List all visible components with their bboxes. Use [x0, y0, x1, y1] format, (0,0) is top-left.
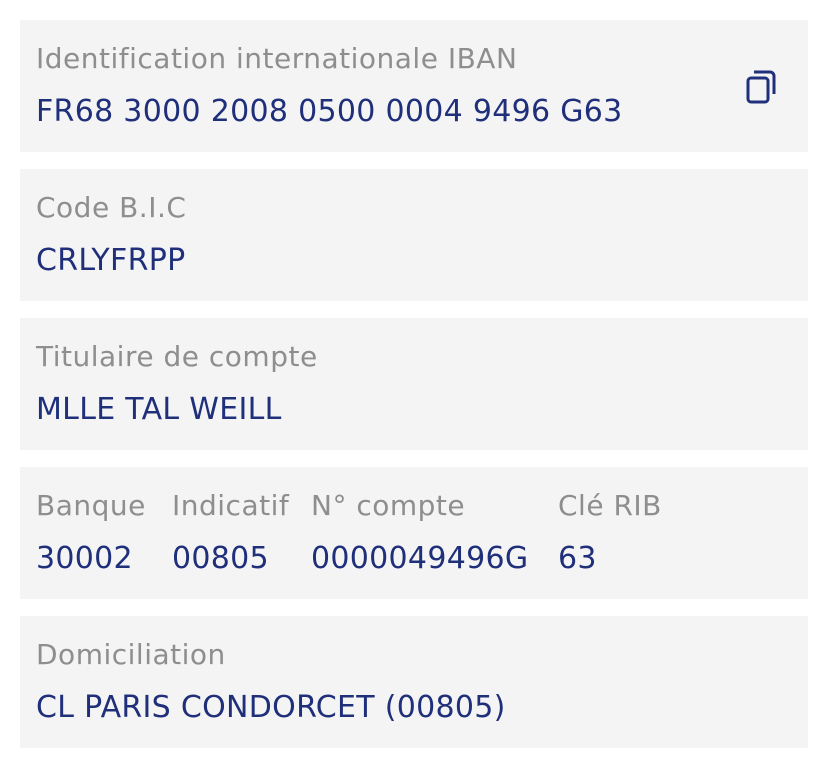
- holder-card: Titulaire de compte MLLE TAL WEILL: [20, 318, 808, 450]
- rib-key-label: Clé RIB: [558, 489, 662, 522]
- rib-branch-value: 00805: [172, 541, 269, 576]
- rib-account-value: 0000049496G: [311, 541, 529, 576]
- rib-key-value: 63: [558, 541, 597, 576]
- domiciliation-value: CL PARIS CONDORCET (00805): [36, 690, 506, 725]
- iban-value: FR68 3000 2008 0500 0004 9496 G63: [36, 94, 623, 129]
- bic-label: Code B.I.C: [36, 191, 187, 224]
- rib-card: Banque 30002 Indicatif 00805 N° compte 0…: [20, 467, 808, 599]
- iban-label: Identification internationale IBAN: [36, 42, 518, 75]
- rib-bank-value: 30002: [36, 541, 133, 576]
- bic-card: Code B.I.C CRLYFRPP: [20, 169, 808, 301]
- holder-value: MLLE TAL WEILL: [36, 392, 282, 427]
- domiciliation-card: Domiciliation CL PARIS CONDORCET (00805): [20, 616, 808, 748]
- domiciliation-label: Domiciliation: [36, 638, 226, 671]
- iban-card: Identification internationale IBAN FR68 …: [20, 20, 808, 152]
- rib-account-label: N° compte: [311, 489, 466, 522]
- rib-branch-label: Indicatif: [172, 489, 290, 522]
- copy-icon[interactable]: [744, 68, 778, 106]
- holder-label: Titulaire de compte: [36, 340, 318, 373]
- bic-value: CRLYFRPP: [36, 243, 186, 278]
- bank-details-screen: Identification internationale IBAN FR68 …: [0, 0, 828, 776]
- rib-bank-label: Banque: [36, 489, 146, 522]
